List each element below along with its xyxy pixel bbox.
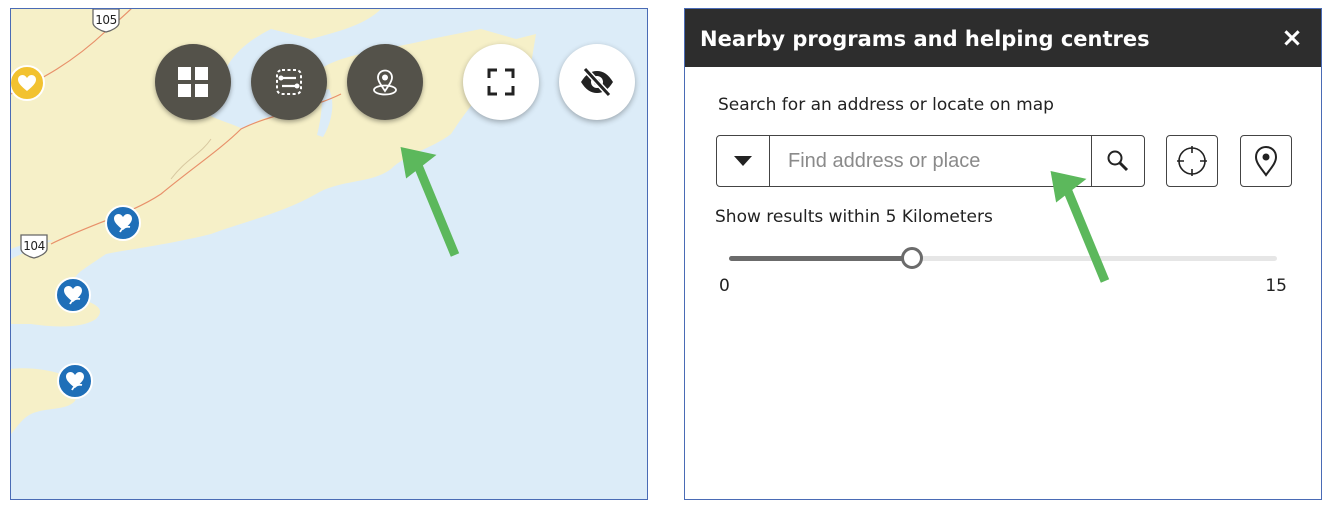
map-view[interactable]: 105 104 bbox=[10, 8, 648, 500]
slider-max-label: 15 bbox=[1265, 276, 1287, 296]
locate-button[interactable] bbox=[1166, 135, 1218, 187]
highway-shield-105: 105 bbox=[91, 9, 121, 33]
fullscreen-button[interactable] bbox=[463, 44, 539, 120]
grid-icon bbox=[178, 67, 208, 97]
slider-fill bbox=[729, 256, 912, 261]
crosshair-icon bbox=[1177, 146, 1207, 176]
annotation-arrow bbox=[1050, 170, 1110, 283]
location-pin-icon bbox=[373, 69, 397, 96]
map-pin-icon bbox=[1254, 145, 1278, 177]
map-basemap bbox=[11, 9, 647, 499]
caret-down-icon bbox=[734, 156, 752, 166]
slider-min-label: 0 bbox=[719, 276, 730, 296]
hide-button[interactable] bbox=[559, 44, 635, 120]
panel-header: Nearby programs and helping centres × bbox=[685, 9, 1321, 67]
distance-slider[interactable] bbox=[729, 247, 1277, 269]
route-icon bbox=[276, 69, 302, 95]
highway-shield-104: 104 bbox=[19, 233, 49, 259]
slider-thumb[interactable] bbox=[900, 247, 923, 269]
fullscreen-icon bbox=[487, 68, 515, 96]
heart-leaf-location-marker-icon[interactable] bbox=[55, 361, 95, 401]
search-input[interactable] bbox=[770, 136, 1090, 186]
search-heading: Search for an address or locate on map bbox=[718, 95, 1054, 115]
heart-location-marker-icon[interactable] bbox=[11, 63, 47, 103]
select-on-map-button[interactable] bbox=[1240, 135, 1292, 187]
eye-slash-icon bbox=[581, 66, 613, 98]
layer-list-button[interactable] bbox=[155, 44, 231, 120]
heart-leaf-location-marker-icon[interactable] bbox=[53, 275, 93, 315]
nearby-panel: Nearby programs and helping centres × Se… bbox=[684, 8, 1322, 500]
route-button[interactable] bbox=[251, 44, 327, 120]
source-dropdown-button[interactable] bbox=[717, 136, 770, 186]
radius-label: Show results within 5 Kilometers bbox=[715, 207, 993, 227]
annotation-arrow bbox=[400, 146, 460, 257]
nearby-button[interactable] bbox=[347, 44, 423, 120]
heart-leaf-location-marker-icon[interactable] bbox=[103, 203, 143, 243]
panel-title: Nearby programs and helping centres bbox=[700, 27, 1150, 51]
close-button[interactable]: × bbox=[1277, 23, 1307, 53]
